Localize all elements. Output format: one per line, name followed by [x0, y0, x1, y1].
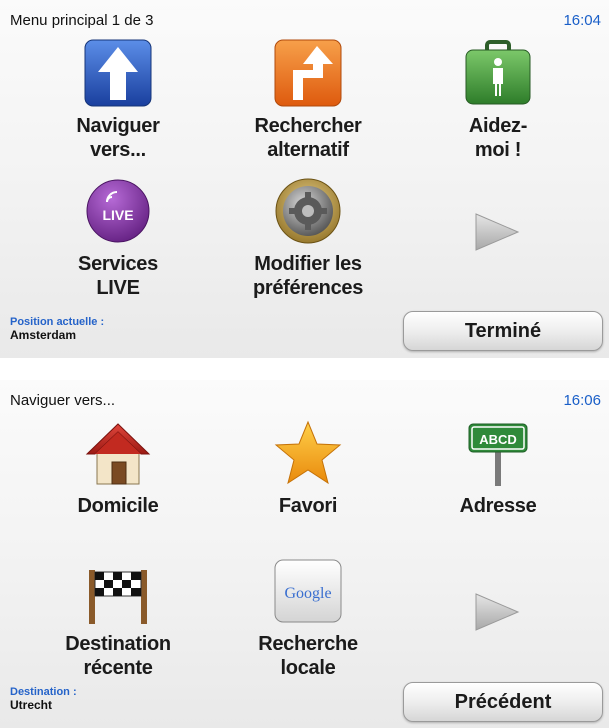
navigate-to-screen: Naviguer vers... 16:06 Domicile Favori A…	[0, 380, 609, 728]
clock: 16:06	[563, 392, 601, 409]
main-menu-screen: Menu principal 1 de 3 16:04 Naviguer ver…	[0, 0, 609, 358]
checkered-flag-icon	[83, 556, 153, 626]
star-icon	[273, 418, 343, 488]
tile-help-me[interactable]: Aidez- moi !	[408, 38, 588, 162]
screen-title: Naviguer vers...	[10, 392, 116, 409]
tile-label: Modifier les préférences	[252, 253, 364, 299]
screen-title: Menu principal 1 de 3	[10, 12, 154, 29]
settings-gear-icon	[273, 176, 343, 246]
detour-arrow-icon	[273, 38, 343, 108]
tile-label: Adresse	[459, 495, 537, 517]
tile-recent-destination[interactable]: Destination récente	[28, 556, 208, 680]
home-icon	[83, 418, 153, 488]
tile-label: Aidez- moi !	[468, 115, 528, 161]
tile-find-alternative[interactable]: Rechercher alternatif	[218, 38, 398, 162]
google-search-icon: Google	[273, 556, 343, 626]
tile-favorite[interactable]: Favori	[218, 418, 398, 518]
next-page-arrow-icon[interactable]	[474, 212, 520, 252]
clock: 16:04	[563, 12, 601, 29]
tile-address[interactable]: ABCD Adresse	[408, 418, 588, 518]
up-arrow-icon	[83, 38, 153, 108]
current-position-info: Position actuelle : Amsterdam	[10, 316, 104, 342]
current-position-value: Amsterdam	[10, 328, 77, 342]
tile-label: Domicile	[77, 495, 159, 517]
tile-change-preferences[interactable]: Modifier les préférences	[218, 176, 398, 300]
live-services-icon: LIVE	[83, 176, 153, 246]
tile-label: Rechercher alternatif	[254, 115, 362, 161]
tile-navigate-to[interactable]: Naviguer vers...	[28, 38, 208, 162]
previous-button[interactable]: Précédent	[403, 682, 603, 722]
street-sign-icon: ABCD	[463, 418, 533, 488]
google-logo-text: Google	[284, 585, 331, 602]
destination-info: Destination : Utrecht	[10, 686, 77, 712]
tile-label: Naviguer vers...	[76, 115, 160, 161]
destination-value: Utrecht	[10, 698, 53, 712]
tile-home[interactable]: Domicile	[28, 418, 208, 518]
tile-label: Recherche locale	[258, 633, 358, 679]
first-aid-kit-icon	[463, 38, 533, 108]
tile-label: Favori	[278, 495, 338, 517]
done-button[interactable]: Terminé	[403, 311, 603, 351]
tile-live-services[interactable]: LIVE Services LIVE	[28, 176, 208, 300]
next-page-arrow-icon[interactable]	[474, 592, 520, 632]
tile-local-search[interactable]: Google Recherche locale	[218, 556, 398, 680]
screen-separator	[0, 358, 609, 380]
live-badge-text: LIVE	[102, 207, 133, 223]
sign-text: ABCD	[479, 432, 517, 447]
tile-label: Destination récente	[65, 633, 171, 679]
tile-label: Services LIVE	[78, 253, 158, 299]
